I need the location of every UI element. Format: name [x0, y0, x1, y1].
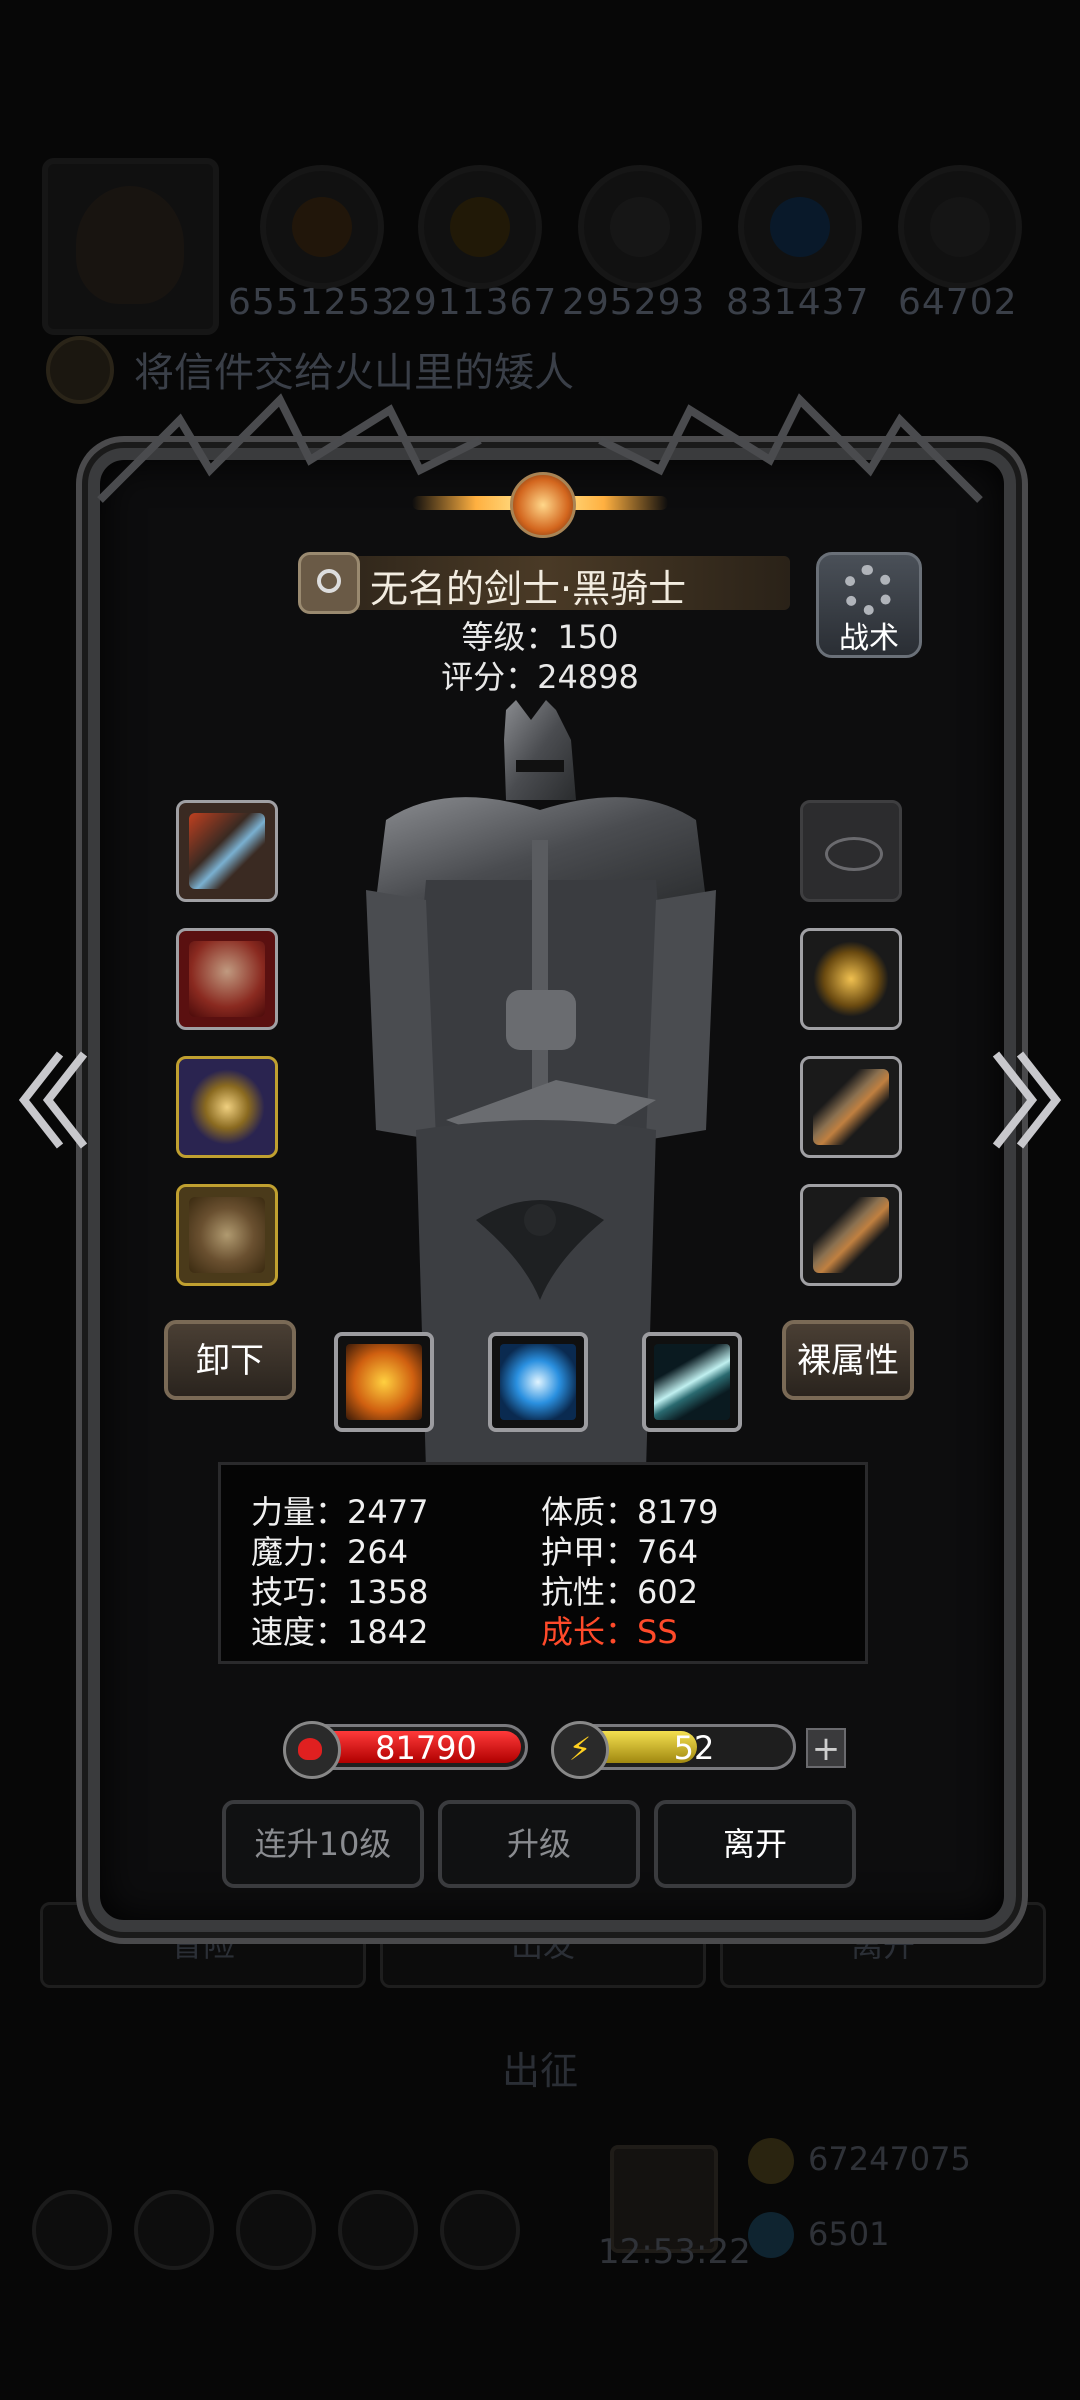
- level-up-button[interactable]: 升级: [438, 1800, 640, 1888]
- resource-value: 2911367: [390, 282, 558, 323]
- leave-button[interactable]: 离开: [654, 1800, 856, 1888]
- gauntlet-icon: [813, 1069, 889, 1145]
- hero-score: 评分：24898: [441, 658, 639, 696]
- unequip-button[interactable]: 卸下: [164, 1320, 296, 1400]
- coin-icon: [748, 2138, 794, 2184]
- helm-charm-icon: [813, 941, 889, 1017]
- bg-gems-value: 6501: [808, 2215, 890, 2253]
- trinket-slot[interactable]: [176, 1184, 278, 1286]
- gold-icon: [418, 165, 542, 289]
- amulet-icon: [189, 1069, 265, 1145]
- sword-icon: [189, 813, 265, 889]
- resource-value: 6551253: [228, 282, 396, 323]
- hero-class-icon[interactable]: [298, 552, 360, 614]
- compass-icon: [189, 1197, 265, 1273]
- stat-speed: 速度：1842: [251, 1613, 429, 1651]
- armor-slot[interactable]: [176, 928, 278, 1030]
- stats-panel: 力量：2477 魔力：264 技巧：1358 速度：1842 体质：8179 护…: [218, 1462, 868, 1664]
- bg-go-label: 出征: [501, 2049, 578, 2093]
- slash-skill-icon: [654, 1344, 730, 1420]
- energy-bar: ⚡ 52: [551, 1721, 796, 1779]
- resource-value: 64702: [898, 282, 1018, 323]
- energy-value: 52: [673, 1729, 715, 1767]
- level-up-10-button[interactable]: 连升10级: [222, 1800, 424, 1888]
- skill-slot-2[interactable]: [488, 1332, 588, 1432]
- crystal-icon: [738, 165, 862, 289]
- add-energy-button[interactable]: +: [806, 1728, 846, 1768]
- resource-value: 831437: [726, 282, 870, 323]
- ring-slot-empty[interactable]: [800, 800, 902, 902]
- resource-value: 295293: [562, 282, 706, 323]
- bg-menu-icon: [236, 2190, 316, 2270]
- tactic-label: 战术: [839, 621, 899, 656]
- skill-slot-3[interactable]: [642, 1332, 742, 1432]
- boot-slot[interactable]: [800, 1184, 902, 1286]
- bg-timer: 12:53:22: [598, 2232, 751, 2272]
- weapon-icon: [898, 165, 1022, 289]
- eye-skill-icon: [500, 1344, 576, 1420]
- hp-value: 81790: [375, 1729, 477, 1767]
- stone-icon: [578, 165, 702, 289]
- food-icon: [260, 165, 384, 289]
- gear-icon: [843, 565, 893, 615]
- bg-menu-icon: [134, 2190, 214, 2270]
- bg-menu-icon: [440, 2190, 520, 2270]
- base-attributes-button[interactable]: 裸属性: [782, 1320, 914, 1400]
- glove-slot[interactable]: [800, 1056, 902, 1158]
- stat-growth: 成长：SS: [541, 1613, 678, 1651]
- bg-menu-icon: [32, 2190, 112, 2270]
- hp-bar: 81790: [283, 1721, 528, 1779]
- skill-slot-1[interactable]: [334, 1332, 434, 1432]
- gauntlet-icon: [813, 1197, 889, 1273]
- bg-menu-icon: [338, 2190, 418, 2270]
- chest-armor-icon: [189, 941, 265, 1017]
- weapon-slot[interactable]: [176, 800, 278, 902]
- crest-emblem-icon: [412, 458, 668, 546]
- hero-name: 无名的剑士·黑骑士: [370, 567, 687, 611]
- helm-slot[interactable]: [800, 928, 902, 1030]
- next-hero-arrow-icon[interactable]: [990, 1048, 1064, 1152]
- accessory-slot[interactable]: [176, 1056, 278, 1158]
- player-avatar: [42, 158, 219, 335]
- tactic-button[interactable]: 战术: [816, 552, 922, 658]
- ring-icon: [825, 837, 883, 871]
- previous-hero-arrow-icon[interactable]: [16, 1048, 90, 1152]
- shield-skill-icon: [346, 1344, 422, 1420]
- bg-gold-value: 67247075: [808, 2140, 971, 2178]
- gem-icon: [748, 2212, 794, 2258]
